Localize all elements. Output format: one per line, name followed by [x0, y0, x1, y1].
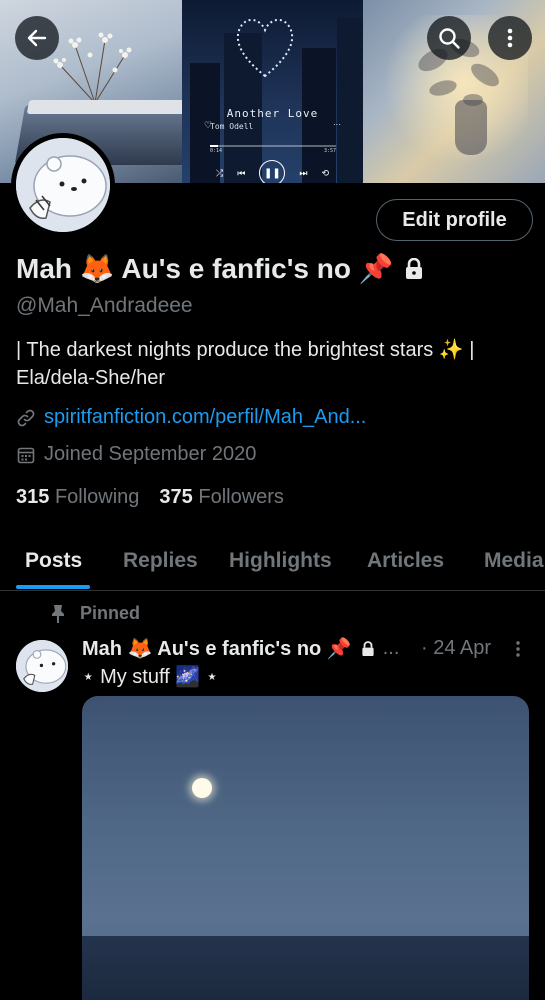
joined-date: Joined September 2020 — [44, 443, 257, 465]
following-count: 315 — [16, 486, 50, 508]
heart-lights-image — [236, 19, 294, 78]
banner-music-player: Another Love ♡ Tom Odell ··· 0:14 3:57 ⤮… — [182, 0, 363, 183]
pause-icon: ❚❚ — [259, 160, 286, 183]
following-label: Following — [54, 486, 140, 508]
followers-label: Followers — [198, 486, 284, 508]
name-truncation: ... — [382, 637, 400, 659]
tab-posts[interactable]: Posts — [25, 549, 82, 573]
post-text: ⋆ My stuff 🌌 ⋆ — [82, 666, 219, 688]
post-author-avatar[interactable] — [16, 640, 68, 692]
profile-bio: | The darkest nights produce the brighte… — [16, 336, 536, 392]
joined-date-row: Joined September 2020 — [16, 443, 256, 466]
more-vertical-icon — [507, 28, 513, 48]
lock-icon — [362, 640, 374, 656]
pin-icon — [52, 604, 64, 623]
more-options-button[interactable] — [488, 16, 532, 60]
tab-media[interactable]: Media — [484, 549, 544, 573]
bio-line: | The darkest nights produce the brighte… — [16, 339, 475, 361]
previous-icon: ⏮ — [237, 167, 246, 178]
bio-line: Ela/dela-She/her — [16, 367, 165, 389]
song-title: Another Love — [226, 107, 319, 120]
pinned-label: Pinned — [80, 603, 141, 623]
profile-handle: @Mah_Andradeee — [16, 294, 193, 317]
followers-count: 375 — [159, 486, 193, 508]
post-more-button[interactable] — [508, 636, 528, 667]
follow-stats: 315 Following 375 Followers — [16, 486, 284, 509]
post-date[interactable]: · 24 Apr — [421, 637, 491, 660]
search-icon — [439, 28, 460, 49]
sea-image — [82, 936, 529, 1000]
tab-articles[interactable]: Articles — [367, 549, 444, 573]
tab-highlights[interactable]: Highlights — [229, 549, 332, 573]
repeat-icon: ⟲ — [321, 167, 329, 178]
profile-name-row: Mah 🦊 Au's e fanfic's no 📌 — [16, 252, 424, 285]
following-link[interactable]: 315 Following — [16, 486, 139, 509]
post-header: Mah 🦊 Au's e fanfic's no 📌 ... — [82, 636, 399, 661]
moon-image — [192, 778, 212, 798]
link-icon — [17, 409, 35, 426]
profile-website-link[interactable]: spiritfanfiction.com/perfil/Mah_And... — [44, 406, 366, 429]
active-tab-indicator — [16, 585, 90, 589]
shuffle-icon: ⤮ — [216, 167, 224, 178]
search-button[interactable] — [427, 16, 471, 60]
time-total: 3:57 — [323, 148, 336, 154]
post-author-name[interactable]: Mah 🦊 Au's e fanfic's no 📌 — [82, 636, 352, 661]
ellipsis-icon: ··· — [333, 120, 341, 129]
tab-replies[interactable]: Replies — [123, 549, 198, 573]
bear-avatar-image — [16, 138, 110, 232]
back-button[interactable] — [15, 16, 59, 60]
post-media-image[interactable] — [82, 696, 529, 1000]
player-controls: ⤮ ⏮ ❚❚ ⏭ ⟲ — [182, 160, 363, 183]
edit-profile-button[interactable]: Edit profile — [376, 199, 533, 241]
song-artist: Tom Odell — [210, 122, 254, 131]
profile-tabs: Posts Replies Highlights Articles Media — [0, 535, 545, 591]
profile-avatar[interactable] — [11, 133, 115, 237]
pinned-label-row: Pinned — [50, 603, 140, 624]
more-vertical-icon — [516, 641, 520, 657]
calendar-icon — [17, 447, 35, 463]
time-elapsed: 0:14 — [210, 148, 223, 154]
lock-icon — [405, 257, 422, 279]
display-name: Mah 🦊 Au's e fanfic's no 📌 — [16, 253, 394, 284]
arrow-left-icon — [27, 29, 47, 47]
followers-link[interactable]: 375 Followers — [159, 486, 284, 509]
song-progress-bar — [210, 145, 336, 147]
bear-avatar-image — [16, 640, 68, 692]
next-icon: ⏭ — [299, 167, 308, 178]
profile-link-row: spiritfanfiction.com/perfil/Mah_And... — [16, 406, 366, 429]
